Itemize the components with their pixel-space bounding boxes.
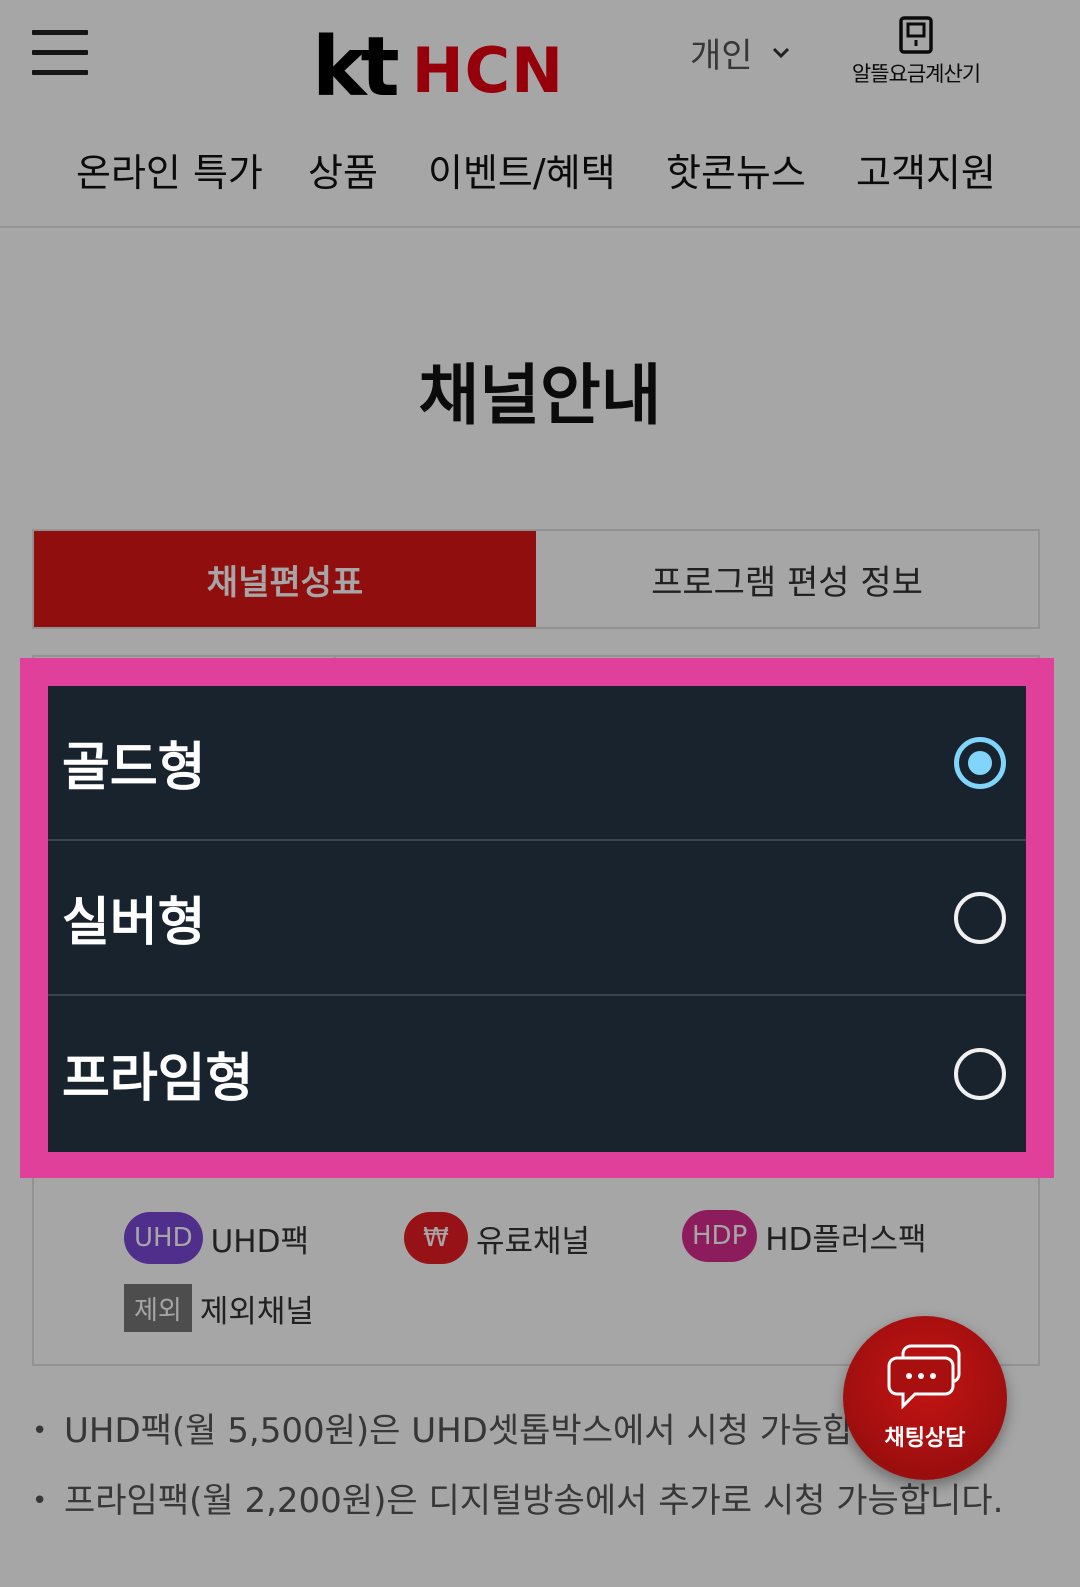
option-silver[interactable]: 실버형 bbox=[48, 841, 1026, 996]
chat-bubble-icon bbox=[887, 1344, 961, 1410]
chat-consult-button[interactable]: 채팅상담 bbox=[843, 1316, 1007, 1480]
radio-unselected[interactable] bbox=[954, 1047, 1006, 1100]
option-gold[interactable]: 골드형 bbox=[48, 686, 1026, 841]
option-label: 프라임형 bbox=[62, 1049, 254, 1109]
package-select-modal: 골드형 실버형 프라임형 bbox=[48, 686, 1026, 1152]
page: kt HCN 개인 알뜰요금계산기 온라인 특가 상품 이벤트/혜택 핫콘뉴스 … bbox=[0, 0, 1080, 1587]
chat-consult-label: 채팅상담 bbox=[884, 1426, 966, 1451]
option-label: 실버형 bbox=[62, 893, 206, 953]
radio-unselected[interactable] bbox=[954, 891, 1006, 944]
radio-selected[interactable] bbox=[954, 736, 1006, 789]
option-prime[interactable]: 프라임형 bbox=[48, 996, 1026, 1151]
option-label: 골드형 bbox=[62, 738, 206, 798]
